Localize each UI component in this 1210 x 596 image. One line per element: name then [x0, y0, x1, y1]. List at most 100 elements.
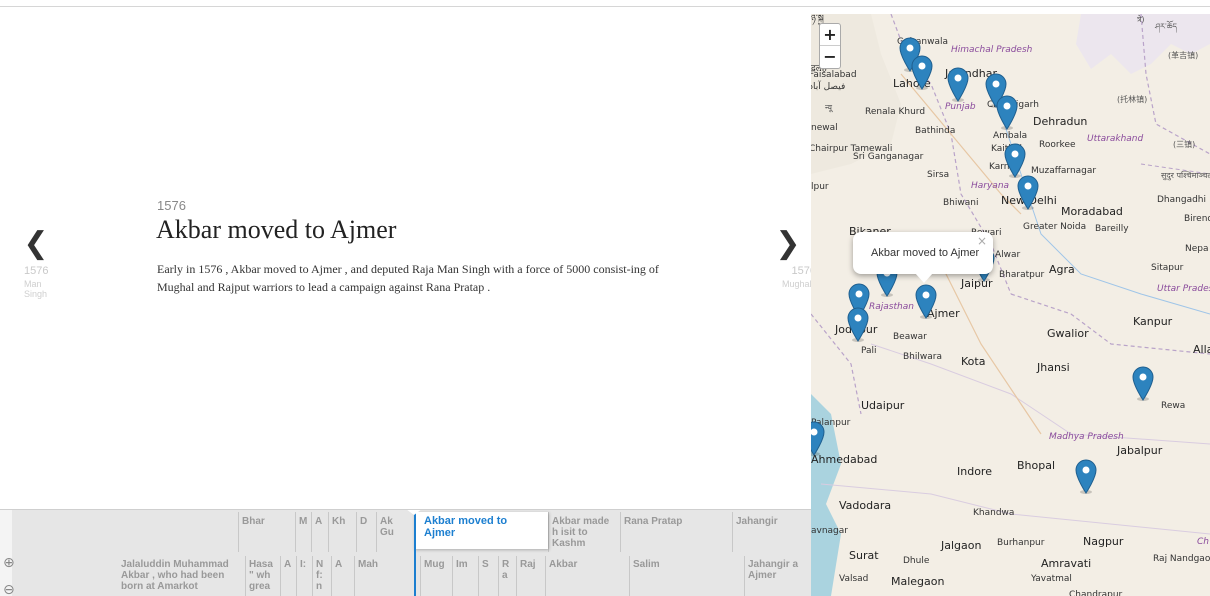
- map-pin-icon[interactable]: [846, 306, 870, 342]
- timeline-marker[interactable]: D: [356, 512, 372, 552]
- map-place-label: Kota: [961, 355, 986, 368]
- timeline-marker[interactable]: Rana Pratap: [620, 512, 710, 552]
- timeline-marker[interactable]: Bhar: [238, 512, 274, 552]
- timeline-marker[interactable]: Hasa " wh grea: [245, 556, 277, 596]
- map-place-label: Surat: [849, 549, 879, 562]
- timeline-marker[interactable]: Ak Gu: [376, 512, 400, 552]
- map-place-label: न्यू: [825, 103, 832, 112]
- map-place-label: Alwar: [995, 250, 1021, 260]
- map-place-label: Bathinda: [915, 126, 956, 136]
- timeline-active-marker[interactable]: Akbar moved to Ajmer: [414, 512, 548, 549]
- map-place-label: Indore: [957, 465, 992, 478]
- timeline-marker[interactable]: A: [311, 512, 325, 552]
- map-panel[interactable]: + − BahauddinGujranwalaHimachal PradeshF…: [811, 14, 1210, 596]
- timeline-marker[interactable]: M: [295, 512, 309, 552]
- timeline-current-notch: [406, 510, 422, 515]
- map-place-label: Dhule: [903, 556, 930, 566]
- map-place-label: Renala Khurd: [865, 107, 926, 117]
- map-place-label: Malegaon: [891, 575, 945, 588]
- map-place-label: Valsad: [839, 574, 869, 584]
- timeline-marker[interactable]: Jahangir: [732, 512, 808, 552]
- map-place-label: Madhya Pradesh: [1049, 432, 1124, 442]
- next-slide-date: 1576: [791, 265, 816, 277]
- previous-slide-date: 1576: [24, 265, 49, 277]
- map-place-label: Nagpur: [1083, 535, 1124, 548]
- map-place-label: Gwalior: [1047, 327, 1089, 340]
- map-place-label: Agra: [1049, 263, 1075, 276]
- timeline-marker[interactable]: Akbar made h isit to Kashm: [548, 512, 618, 552]
- map-place-label: Beawar: [893, 332, 927, 342]
- map-pin-icon[interactable]: [1003, 142, 1027, 178]
- timeline-marker[interactable]: S: [478, 556, 496, 596]
- map-pin-icon[interactable]: [910, 54, 934, 90]
- zoom-in-icon[interactable]: ⊕: [3, 555, 19, 571]
- next-slide-title: Mughals: [781, 279, 816, 289]
- timeline-marker[interactable]: N f: n: [312, 556, 330, 596]
- timeline-marker[interactable]: Kh: [328, 512, 354, 552]
- map-zoom-out-button[interactable]: −: [820, 46, 840, 68]
- timeline-marker[interactable]: Jahangir a Ajmer: [744, 556, 810, 596]
- map-place-label: Bharatpur: [999, 270, 1045, 280]
- map-place-label: (革吉镇): [1168, 51, 1199, 60]
- map-popup-text: Akbar moved to Ajmer: [871, 247, 980, 259]
- map-place-label: Burhanpur: [997, 538, 1045, 548]
- map-place-label: فیصل آباد: [811, 82, 846, 92]
- zoom-out-icon[interactable]: ⊖: [3, 582, 19, 596]
- timeline-app: ❮ 1576 Man Singh 1576 Akbar moved to Ajm…: [0, 0, 1210, 596]
- timeline-marker[interactable]: Jalaluddin Muhammad Akbar , who had been…: [118, 556, 234, 596]
- map-pin-icon[interactable]: [1131, 365, 1155, 401]
- timeline-marker[interactable]: R a: [498, 556, 514, 596]
- timeline-marker[interactable]: Akbar: [545, 556, 625, 596]
- map-popup[interactable]: Akbar moved to Ajmer ×: [853, 232, 993, 283]
- map-place-label: Bahauddin: [851, 14, 899, 16]
- map-place-label: Ch: [1197, 537, 1209, 547]
- map-place-label: newal: [811, 123, 838, 133]
- map-place-label: Jalgaon: [941, 539, 982, 552]
- map-place-label: ཤར་ཆོད: [1155, 22, 1178, 31]
- map-place-label: Jhansi: [1037, 361, 1070, 374]
- map-pin-icon[interactable]: [1074, 458, 1098, 494]
- map-place-label: Rewa: [1161, 401, 1186, 411]
- map-place-label: Yavatmal: [1031, 574, 1072, 584]
- previous-slide-title: Man Singh: [24, 279, 48, 299]
- timeline-marker[interactable]: Mah: [354, 556, 380, 596]
- timeline-marker[interactable]: A: [331, 556, 351, 596]
- timeline-marker[interactable]: Salim: [629, 556, 739, 596]
- timeline-marker[interactable]: Mug: [420, 556, 450, 596]
- map-place-label: Amravati: [1041, 557, 1092, 570]
- map-place-label: Bhiwani: [943, 198, 979, 208]
- map-place-label: Roorkee: [1039, 140, 1076, 150]
- map-place-label: Uttarakhand: [1087, 134, 1144, 144]
- map-place-label: Birendr: [1184, 214, 1210, 224]
- map-place-label: avnagar: [811, 526, 848, 536]
- timeline-row-2: Jalaluddin Muhammad Akbar , who had been…: [108, 556, 811, 596]
- map-zoom-control: + −: [819, 23, 841, 69]
- timeline-marker[interactable]: Im: [452, 556, 476, 596]
- timeline-marker[interactable]: I:: [296, 556, 310, 596]
- map-pin-icon[interactable]: [914, 283, 938, 319]
- map-place-label: Moradabad: [1061, 205, 1123, 218]
- map-place-label: Sitapur: [1151, 263, 1184, 273]
- map-zoom-in-button[interactable]: +: [820, 24, 840, 46]
- map-pin-icon[interactable]: [1016, 174, 1040, 210]
- map-pin-icon[interactable]: [946, 66, 970, 102]
- map-place-label: Greater Noida: [1023, 222, 1087, 232]
- map-place-label: Alla: [1193, 343, 1210, 356]
- timeline-marker[interactable]: Raj: [516, 556, 542, 596]
- map-place-label: त्रे): [1137, 15, 1145, 24]
- map-place-label: Ambala: [993, 131, 1028, 141]
- next-slide-button[interactable]: ❯ 1576 Mughals: [760, 229, 816, 290]
- previous-slide-button[interactable]: ❮ 1576 Man Singh: [16, 229, 56, 300]
- close-icon[interactable]: ×: [977, 234, 987, 248]
- map-place-label: Rajasthan: [869, 302, 914, 312]
- map-popup-tip: [915, 273, 933, 283]
- map-place-label: Nepa: [1185, 244, 1209, 254]
- slide-text: Early in 1576 , Akbar moved to Ajmer , a…: [157, 262, 659, 294]
- map-pin-icon[interactable]: [995, 94, 1019, 130]
- timeline-navigator[interactable]: ⊕ ⊖ Bhar M A Kh D Ak Gu Akbar made h isit to K…: [0, 509, 811, 596]
- map-pin-icon[interactable]: [811, 420, 826, 456]
- timeline-marker[interactable]: A: [280, 556, 294, 596]
- slide-title: Akbar moved to Ajmer: [156, 215, 397, 244]
- map-place-label: (三镇): [1173, 140, 1196, 149]
- map-place-label: Punjab: [945, 102, 976, 112]
